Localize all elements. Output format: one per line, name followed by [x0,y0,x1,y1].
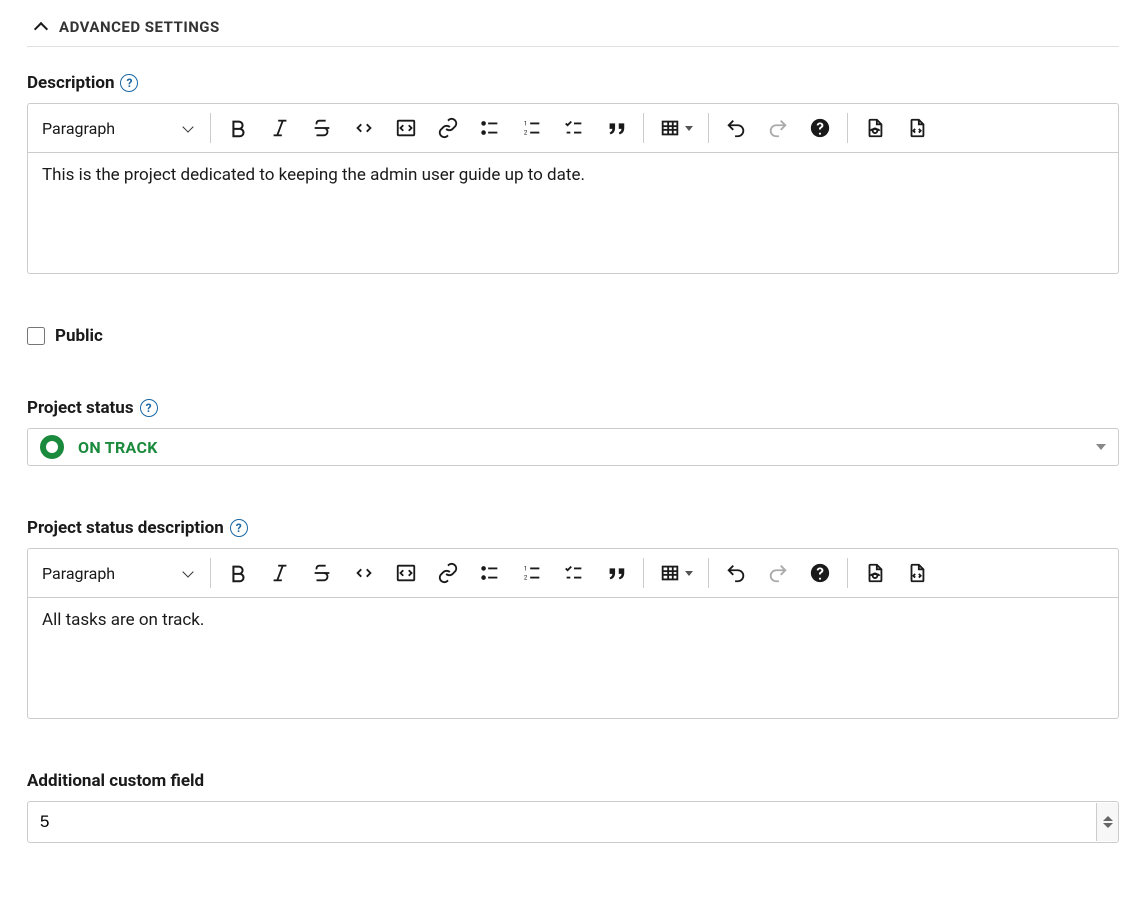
editor-help-button[interactable] [801,110,839,146]
public-checkbox[interactable] [27,327,45,345]
toolbar-separator [643,113,644,143]
help-icon[interactable]: ? [140,399,158,417]
link-button[interactable] [429,555,467,591]
toolbar-separator [847,558,848,588]
task-list-button[interactable] [555,555,593,591]
quote-button[interactable] [597,110,635,146]
numbered-list-button[interactable]: 12 [513,555,551,591]
table-button[interactable] [652,110,700,146]
custom-field-block: Additional custom field [27,771,1119,843]
description-content[interactable]: This is the project dedicated to keeping… [28,153,1118,273]
strikethrough-button[interactable] [303,555,341,591]
toolbar-separator [708,113,709,143]
undo-button[interactable] [717,110,755,146]
project-status-label: Project status [27,398,134,418]
spinner-up[interactable] [1103,816,1113,821]
public-label: Public [55,326,103,346]
redo-button[interactable] [759,110,797,146]
bold-button[interactable] [219,555,257,591]
status-desc-toolbar: Paragraph 12 [28,549,1118,598]
code-block-button[interactable] [387,110,425,146]
toolbar-separator [708,558,709,588]
advanced-settings-header[interactable]: Advanced Settings [27,12,1119,47]
project-status-block: Project status ? ON TRACK [27,398,1119,466]
undo-button[interactable] [717,555,755,591]
quote-button[interactable] [597,555,635,591]
toolbar-separator [847,113,848,143]
table-button[interactable] [652,555,700,591]
italic-button[interactable] [261,555,299,591]
task-list-button[interactable] [555,110,593,146]
source-button[interactable] [898,555,936,591]
project-status-value: ON TRACK [78,438,158,457]
format-select[interactable]: Paragraph [34,558,204,589]
custom-field-label: Additional custom field [27,771,204,791]
caret-down-icon [1096,444,1106,450]
description-block: Description ? Paragraph 12 [27,73,1119,274]
status-ring-icon [40,435,64,459]
public-block: Public [27,326,1119,346]
description-label-row: Description ? [27,73,1119,93]
status-description-editor: Paragraph 12 All tasks are on track. [27,548,1119,719]
svg-text:1: 1 [524,564,528,572]
help-icon[interactable]: ? [230,519,248,537]
chevron-down-icon [184,123,194,133]
custom-field-label-row: Additional custom field [27,771,1119,791]
spinner-down[interactable] [1103,823,1113,828]
format-select-value: Paragraph [42,119,115,138]
chevron-down-icon [184,568,194,578]
inline-code-button[interactable] [345,555,383,591]
chevron-down-icon [685,126,693,131]
project-status-description-label-row: Project status description ? [27,518,1119,538]
custom-field-input-wrap [27,801,1119,843]
bullet-list-button[interactable] [471,555,509,591]
toolbar-separator [210,558,211,588]
public-checkbox-row[interactable]: Public [27,326,1119,346]
project-status-label-row: Project status ? [27,398,1119,418]
project-status-select[interactable]: ON TRACK [27,428,1119,466]
section-title: Advanced Settings [59,18,220,36]
description-toolbar: Paragraph 12 [28,104,1118,153]
svg-text:1: 1 [524,119,528,127]
svg-text:2: 2 [524,128,528,136]
redo-button[interactable] [759,555,797,591]
toolbar-separator [210,113,211,143]
preview-button[interactable] [856,555,894,591]
project-status-description-label: Project status description [27,518,224,538]
project-status-description-block: Project status description ? Paragraph 1… [27,518,1119,719]
italic-button[interactable] [261,110,299,146]
editor-help-button[interactable] [801,555,839,591]
chevron-up-icon [33,18,51,36]
code-block-button[interactable] [387,555,425,591]
inline-code-button[interactable] [345,110,383,146]
number-spinner [1096,803,1118,841]
bullet-list-button[interactable] [471,110,509,146]
description-label: Description [27,73,114,93]
description-editor: Paragraph 12 This is the project ded [27,103,1119,274]
format-select-value: Paragraph [42,564,115,583]
numbered-list-button[interactable]: 12 [513,110,551,146]
format-select[interactable]: Paragraph [34,113,204,144]
source-button[interactable] [898,110,936,146]
strikethrough-button[interactable] [303,110,341,146]
chevron-down-icon [685,571,693,576]
help-icon[interactable]: ? [120,74,138,92]
toolbar-separator [643,558,644,588]
status-description-content[interactable]: All tasks are on track. [28,598,1118,718]
bold-button[interactable] [219,110,257,146]
preview-button[interactable] [856,110,894,146]
svg-text:2: 2 [524,573,528,581]
custom-field-input[interactable] [28,802,1096,842]
link-button[interactable] [429,110,467,146]
